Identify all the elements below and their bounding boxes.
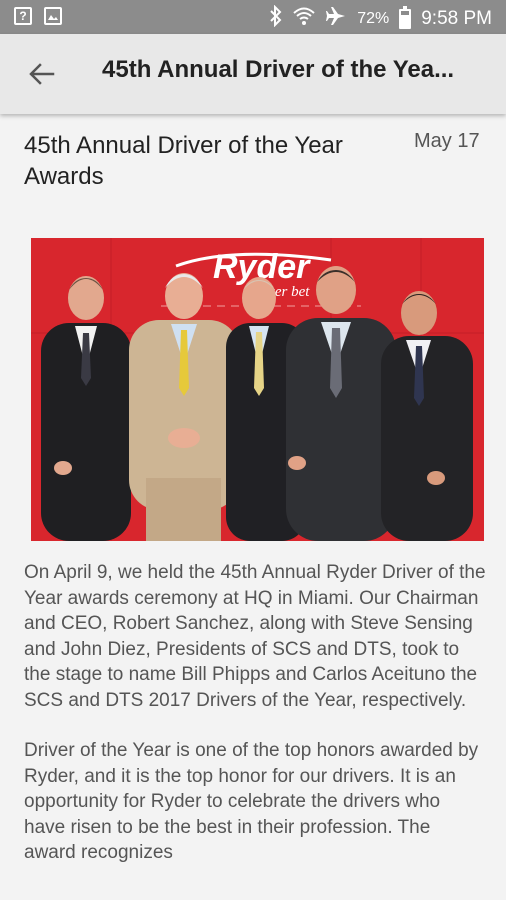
article-paragraph: Driver of the Year is one of the top hon… bbox=[24, 740, 479, 863]
wifi-icon bbox=[293, 6, 315, 32]
arrow-left-icon bbox=[29, 63, 55, 85]
app-bar: 45th Annual Driver of the Yea... bbox=[0, 34, 506, 114]
image-icon bbox=[44, 7, 62, 25]
article-title: 45th Annual Driver of the Year Awards bbox=[24, 132, 343, 190]
article-body: On April 9, we held the 45th Annual Ryde… bbox=[24, 560, 486, 891]
person-2 bbox=[129, 273, 239, 541]
clock: 9:58 PM bbox=[421, 8, 492, 29]
article-photo: Ryder Ever bet bbox=[31, 238, 484, 541]
article-date: May 17 bbox=[414, 130, 480, 152]
person-1 bbox=[41, 276, 131, 541]
article-paragraph: On April 9, we held the 45th Annual Ryde… bbox=[24, 562, 486, 711]
status-bar: ? 72% 9:58 PM bbox=[0, 0, 506, 34]
question-icon: ? bbox=[14, 7, 32, 25]
back-button[interactable] bbox=[20, 54, 64, 94]
person-4 bbox=[286, 266, 396, 541]
page-title: 45th Annual Driver of the Yea... bbox=[102, 56, 455, 83]
person-5 bbox=[381, 291, 473, 541]
airplane-icon bbox=[325, 5, 347, 33]
battery-icon bbox=[399, 6, 412, 29]
bluetooth-icon bbox=[269, 4, 283, 33]
battery-percent: 72% bbox=[357, 10, 390, 27]
